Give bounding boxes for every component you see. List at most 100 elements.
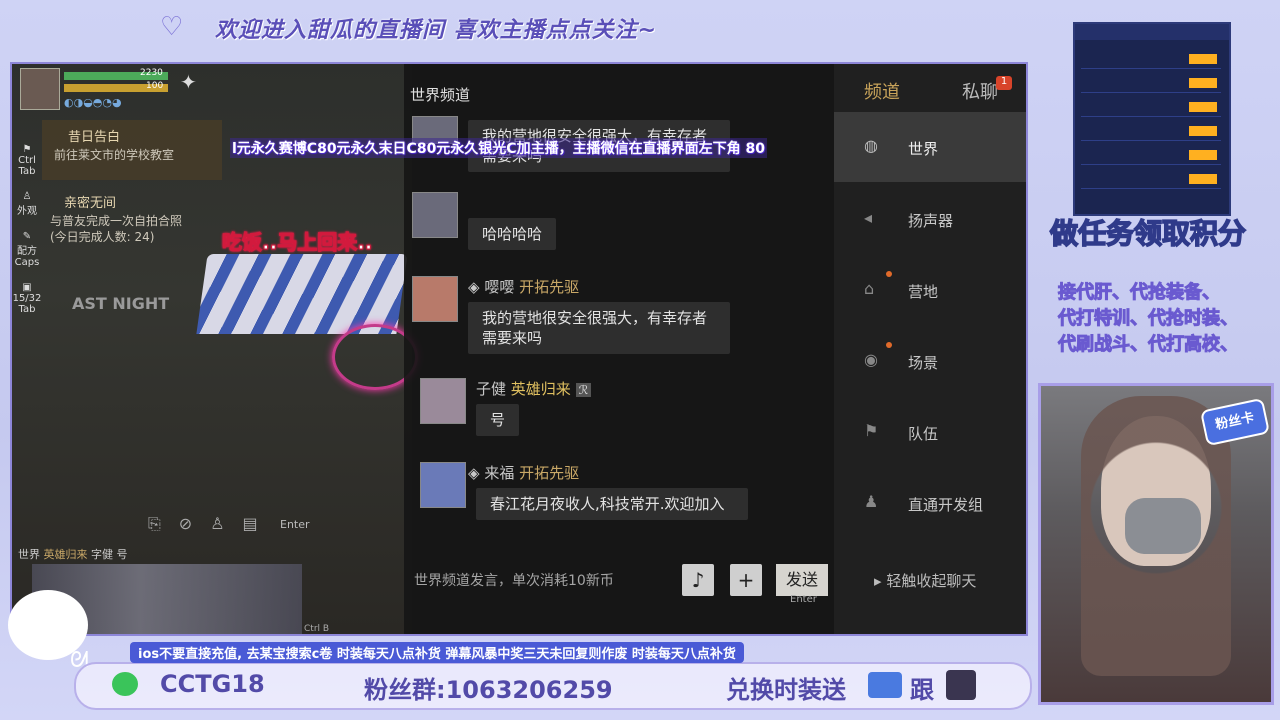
bag-icon[interactable]: ▣ 15/32 Tab — [12, 282, 42, 315]
task-button[interactable] — [1189, 126, 1217, 136]
player-hud: 2230 100 ◐◑◒◓◔◕ ✦ — [20, 68, 210, 112]
chat-sender: ◈ 来福 开拓先驱 — [468, 464, 580, 482]
quest1-title: 昔日告白 — [68, 130, 121, 145]
quest2-progress: (今日完成人数: 24) — [50, 230, 155, 244]
heart-icon: ♡ — [160, 12, 184, 42]
task-button[interactable] — [1189, 102, 1217, 112]
chat-sender: ◈ 嘤嘤 开拓先驱 — [468, 278, 580, 296]
channel-nav: 频道 私聊 1 ◍ 世界 ◂ 扬声器 ⌂ 营地 ◉ 场景 ⚑ 队伍 ♟ 直通开发… — [834, 64, 1026, 634]
nav-label: 扬声器 — [908, 212, 954, 230]
quick-action-icons[interactable]: ⎘⊘♙▤ — [148, 514, 276, 534]
flag-icon[interactable]: ⚑ Ctrl Tab — [12, 144, 42, 177]
task-button[interactable] — [1189, 78, 1217, 88]
wechat-id: CCTG18 — [160, 670, 265, 698]
collapse-label: 轻触收起聊天 — [886, 572, 977, 590]
send-button[interactable]: 发送 — [776, 564, 828, 596]
task-row — [1081, 150, 1221, 165]
service-line: 代打特训、代抢时装、 — [1058, 308, 1239, 330]
send-enter-hint: Enter — [790, 594, 817, 605]
notify-dot — [886, 342, 892, 348]
nav-item-speaker[interactable]: ◂ 扬声器 — [834, 196, 1026, 236]
hp-value: 2230 — [140, 68, 163, 78]
task-row — [1081, 174, 1221, 189]
task-row — [1081, 126, 1221, 141]
private-badge: 1 — [996, 76, 1012, 90]
follow-text: 跟 — [910, 676, 934, 704]
wolf-icon[interactable]: ✦ — [180, 70, 197, 94]
stat-value: 100 — [146, 81, 164, 91]
team-flag-icon: ⚑ — [864, 421, 879, 440]
exchange-text: 兑换时装送 — [726, 676, 846, 704]
task-row — [1081, 54, 1221, 69]
bottom-info-bar: CCTG18 粉丝群:1063206259 兑换时装送 跟 — [74, 662, 1032, 710]
globe-icon: ◍ — [864, 136, 878, 155]
nav-item-camp[interactable]: ⌂ 营地 — [834, 267, 1026, 307]
nav-item-world[interactable]: ◍ 世界 — [834, 112, 1026, 182]
striped-awning — [196, 254, 408, 334]
bottom-ticker: ios不要直接充值, 去某宝搜索c卷 时装每天八点补货 弹幕风暴中奖三天未回复则… — [130, 642, 744, 663]
side-shortcuts: ⚑ Ctrl Tab ♙ 外观 ✎ 配方 Caps ▣ 15/32 Tab — [12, 144, 42, 329]
nav-item-dev[interactable]: ♟ 直通开发组 — [834, 480, 1026, 520]
task-button[interactable] — [1189, 54, 1217, 64]
scrolling-ticker: l元永久赛博C80元永久末日C80元永久银光C加主播，主播微信在直播界面左下角 … — [230, 138, 767, 158]
speaker-icon: ◂ — [864, 208, 873, 227]
fans-group: 粉丝群:1063206259 — [364, 676, 613, 704]
game-icon — [946, 670, 976, 700]
task-button[interactable] — [1189, 174, 1217, 184]
wechat-icon — [112, 672, 138, 696]
face-mask — [1125, 498, 1201, 554]
brb-sticker: 吃饭..马上回来.. — [221, 230, 373, 255]
task-row — [1081, 102, 1221, 117]
services-list: 接代肝、代抢装备、 代打特训、代抢时装、 代刷战斗、代打高校、 — [1058, 280, 1278, 358]
nav-item-team[interactable]: ⚑ 队伍 — [834, 409, 1026, 449]
status-icons: ◐◑◒◓◔◕ — [64, 96, 122, 109]
chat-avatar[interactable] — [420, 378, 466, 424]
camp-icon: ⌂ — [864, 279, 875, 298]
nav-item-scene[interactable]: ◉ 场景 — [834, 338, 1026, 378]
plus-icon[interactable]: + — [730, 564, 762, 596]
chat-input[interactable]: 世界频道发言，单次消耗10新币 — [414, 570, 614, 590]
nav-label: 世界 — [908, 140, 939, 158]
recipe-icon[interactable]: ✎ 配方 Caps — [12, 231, 42, 268]
enter-hint: Enter — [280, 518, 310, 531]
welcome-banner: 欢迎进入甜瓜的直播间 喜欢主播点点关注~ — [215, 18, 658, 43]
outfit-icon[interactable]: ♙ 外观 — [12, 191, 42, 217]
quest-panel[interactable]: 昔日告白 前往莱文市的学校教室 — [42, 120, 222, 180]
chat-bubble: 哈哈哈哈 — [468, 218, 557, 250]
nav-label: 场景 — [908, 354, 939, 372]
chat-avatar[interactable] — [412, 276, 458, 322]
service-line: 接代肝、代抢装备、 — [1058, 282, 1221, 304]
wall-sign: AST NIGHT — [72, 294, 170, 313]
task-list-card — [1073, 22, 1231, 216]
chat-avatar[interactable] — [420, 462, 466, 508]
chevron-right-icon: ▸ — [874, 572, 887, 590]
quest2-title: 亲密无间 — [64, 196, 117, 211]
collapse-chat-button[interactable]: ▸ 轻触收起聊天 — [874, 570, 976, 591]
player-avatar[interactable] — [20, 68, 60, 110]
nav-label: 直通开发组 — [908, 496, 984, 514]
chat-bubble: 春江花月夜收人,科技常开.欢迎加入 — [476, 488, 748, 520]
task-caption: 做任务领取积分 — [1049, 216, 1247, 251]
chat-bubble: 我的营地很安全很强大，有幸存者需要来吗 — [468, 302, 730, 354]
service-line: 代刷战斗、代打高校、 — [1058, 334, 1239, 356]
quest1-sub: 前往莱文市的学校教室 — [54, 148, 175, 162]
mic-icon[interactable]: ♪ — [682, 564, 714, 596]
chat-bubble: 号 — [476, 404, 520, 436]
notify-dot — [886, 271, 892, 277]
task-button[interactable] — [1189, 150, 1217, 160]
nav-label: 队伍 — [908, 425, 939, 443]
task-header — [1075, 24, 1229, 40]
chat-sender: 子健 英雄归来 ℛ — [476, 378, 592, 399]
dev-group-icon: ♟ — [864, 492, 879, 511]
fan-card-icon — [868, 672, 902, 698]
tab-channel[interactable]: 频道 — [864, 78, 900, 104]
chat-title: 世界频道 — [410, 86, 471, 104]
scene-icon: ◉ — [864, 350, 878, 369]
quest2-sub: 与普友完成一次自拍合照 — [50, 214, 183, 228]
chat-avatar[interactable] — [412, 192, 458, 238]
ctrl-b-hint: Ctrl B — [304, 624, 330, 634]
chat-input-row: 世界频道发言，单次消耗10新币 ♪ + 发送 Enter — [404, 556, 834, 605]
tab-private[interactable]: 私聊 — [962, 78, 998, 104]
task-row — [1081, 78, 1221, 93]
nav-label: 营地 — [908, 283, 939, 301]
